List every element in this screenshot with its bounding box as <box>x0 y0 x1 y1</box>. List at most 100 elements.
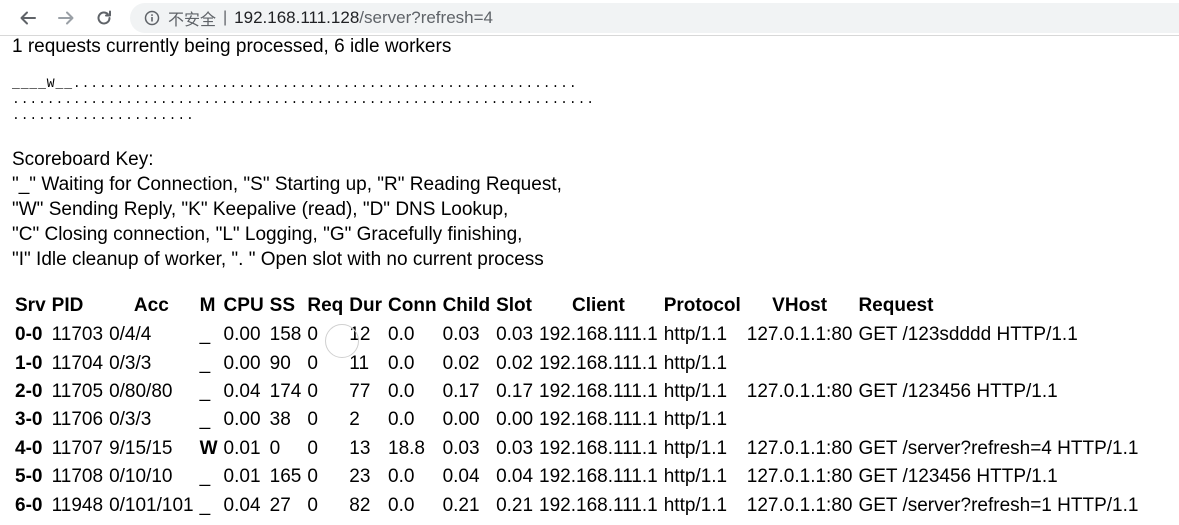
table-row: 5-0 11708 0/10/10 _ 0.01 165 0 23 0.0 0.04 0.04 192… <box>12 463 1141 491</box>
cell-dur: 82 <box>349 494 371 516</box>
cell-request: GET /123456 HTTP/1.1 <box>858 466 1058 488</box>
cell-mode: _ <box>199 494 211 516</box>
worker-table: Srv PID Acc M CPU SS Req Dur Conn Child … <box>12 291 1141 520</box>
cell-ss: 158 <box>269 324 302 346</box>
cell-req: 0 <box>307 380 318 402</box>
cell-srv: 0-0 <box>15 324 43 346</box>
table-row: 1-0 11704 0/3/3 _ 0.00 90 0 11 0.0 0.02 0.02 192.16… <box>12 349 1141 377</box>
cell-acc: 0/3/3 <box>109 352 152 374</box>
cell-ss: 165 <box>269 466 302 488</box>
back-button[interactable] <box>16 6 40 30</box>
cell-request: GET /123456 HTTP/1.1 <box>858 380 1058 402</box>
cell-cpu: 0.01 <box>223 466 261 488</box>
cell-conn: 0.0 <box>388 409 415 431</box>
scoreboard-line: ........................................… <box>12 92 595 107</box>
cell-request: GET /123sdddd HTTP/1.1 <box>858 324 1078 346</box>
arrow-left-icon <box>20 11 36 25</box>
col-ss: SS <box>269 295 296 316</box>
scoreboard-key-line: "I" Idle cleanup of worker, ". " Open sl… <box>12 249 544 270</box>
cell-slot: 0.03 <box>496 437 534 459</box>
cell-child: 0.02 <box>442 352 480 374</box>
table-row: 2-0 11705 0/80/80 _ 0.04 174 0 77 0.0 0.17 0.17 192… <box>12 378 1141 406</box>
scoreboard-key-line: "_" Waiting for Connection, "S" Starting… <box>12 174 562 195</box>
cell-req: 0 <box>307 466 318 488</box>
cell-ss: 27 <box>269 494 291 516</box>
cell-ss: 0 <box>269 437 281 459</box>
cell-request: GET /server?refresh=4 HTTP/1.1 <box>858 437 1139 459</box>
cell-dur: 12 <box>349 324 371 346</box>
cell-client: 192.168.111.1 <box>539 380 658 402</box>
cell-acc: 9/15/15 <box>109 437 173 459</box>
cell-vhost: 127.0.1.1:80 <box>746 324 853 346</box>
address-separator: | <box>223 9 228 26</box>
cell-ss: 174 <box>269 380 302 402</box>
arrow-right-icon <box>58 11 74 25</box>
cell-protocol: http/1.1 <box>663 380 728 402</box>
cell-pid: 11705 <box>51 380 104 402</box>
cell-pid: 11703 <box>51 324 104 346</box>
worker-table-header: Srv PID Acc M CPU SS Req Dur Conn Child … <box>12 291 1141 321</box>
scoreboard-line: ..................... <box>12 108 195 123</box>
cell-vhost: 127.0.1.1:80 <box>746 466 853 488</box>
col-pid: PID <box>51 295 84 316</box>
cell-child: 0.21 <box>442 494 480 516</box>
cell-cpu: 0.04 <box>223 494 261 516</box>
col-client: Client <box>572 295 625 316</box>
cell-mode: _ <box>199 380 211 402</box>
cell-conn: 0.0 <box>388 494 415 516</box>
cell-vhost: 127.0.1.1:80 <box>746 494 853 516</box>
cell-acc: 0/101/101 <box>109 494 194 516</box>
cell-slot: 0.03 <box>496 324 534 346</box>
col-acc: Acc <box>133 295 169 316</box>
cell-dur: 11 <box>349 352 370 374</box>
cell-client: 192.168.111.1 <box>539 352 658 374</box>
cell-req: 0 <box>307 352 318 374</box>
url-text[interactable]: 192.168.111.128/server?refresh=4 <box>234 8 493 28</box>
cell-client: 192.168.111.1 <box>539 494 658 516</box>
table-row: 0-0 11703 0/4/4 _ 0.00 158 0 12 0.0 0.03 0.03 192.1… <box>12 321 1141 349</box>
cell-protocol: http/1.1 <box>663 437 728 459</box>
col-vhost: VHost <box>772 295 828 316</box>
reload-button[interactable] <box>92 6 116 30</box>
col-protocol: Protocol <box>663 295 741 316</box>
cell-slot: 0.04 <box>496 466 534 488</box>
cell-child: 0.17 <box>442 380 480 402</box>
cell-srv: 6-0 <box>15 494 43 516</box>
cell-dur: 23 <box>349 466 371 488</box>
cell-mode: _ <box>199 466 211 488</box>
table-row: 4-0 11707 9/15/15 W 0.01 0 0 13 18.8 0.03 0.03 192.… <box>12 435 1141 463</box>
info-icon[interactable] <box>144 10 160 26</box>
cell-protocol: http/1.1 <box>663 352 728 374</box>
cell-vhost <box>744 406 856 434</box>
cell-ss: 38 <box>269 409 291 431</box>
url-path: /server?refresh=4 <box>359 8 493 27</box>
cell-slot: 0.02 <box>496 352 534 374</box>
cell-pid: 11707 <box>51 437 104 459</box>
cell-vhost <box>744 349 856 377</box>
cell-protocol: http/1.1 <box>663 409 728 431</box>
cell-pid: 11708 <box>51 466 104 488</box>
cell-cpu: 0.01 <box>223 437 261 459</box>
scoreboard-key-line: "W" Sending Reply, "K" Keepalive (read),… <box>12 199 509 220</box>
security-status-label[interactable]: 不安全 <box>168 6 216 30</box>
cell-child: 0.03 <box>442 437 480 459</box>
col-slot: Slot <box>496 295 532 316</box>
cell-client: 192.168.111.1 <box>539 437 658 459</box>
cell-acc: 0/80/80 <box>109 380 173 402</box>
cell-client: 192.168.111.1 <box>539 409 658 431</box>
cell-conn: 0.0 <box>388 466 415 488</box>
forward-button[interactable] <box>54 6 78 30</box>
cell-mode: _ <box>199 352 211 374</box>
cell-client: 192.168.111.1 <box>539 324 658 346</box>
cell-conn: 18.8 <box>388 437 425 459</box>
cell-acc: 0/3/3 <box>109 409 152 431</box>
cell-dur: 13 <box>349 437 371 459</box>
cell-slot: 0.21 <box>496 494 534 516</box>
cell-conn: 0.0 <box>388 352 415 374</box>
cell-slot: 0.00 <box>496 409 534 431</box>
address-bar[interactable]: 不安全 | 192.168.111.128/server?refresh=4 <box>130 3 1179 33</box>
cell-mode: W <box>199 437 218 459</box>
cell-conn: 0.0 <box>388 324 415 346</box>
scoreboard-key-title: Scoreboard Key: <box>12 149 154 170</box>
cell-protocol: http/1.1 <box>663 466 728 488</box>
